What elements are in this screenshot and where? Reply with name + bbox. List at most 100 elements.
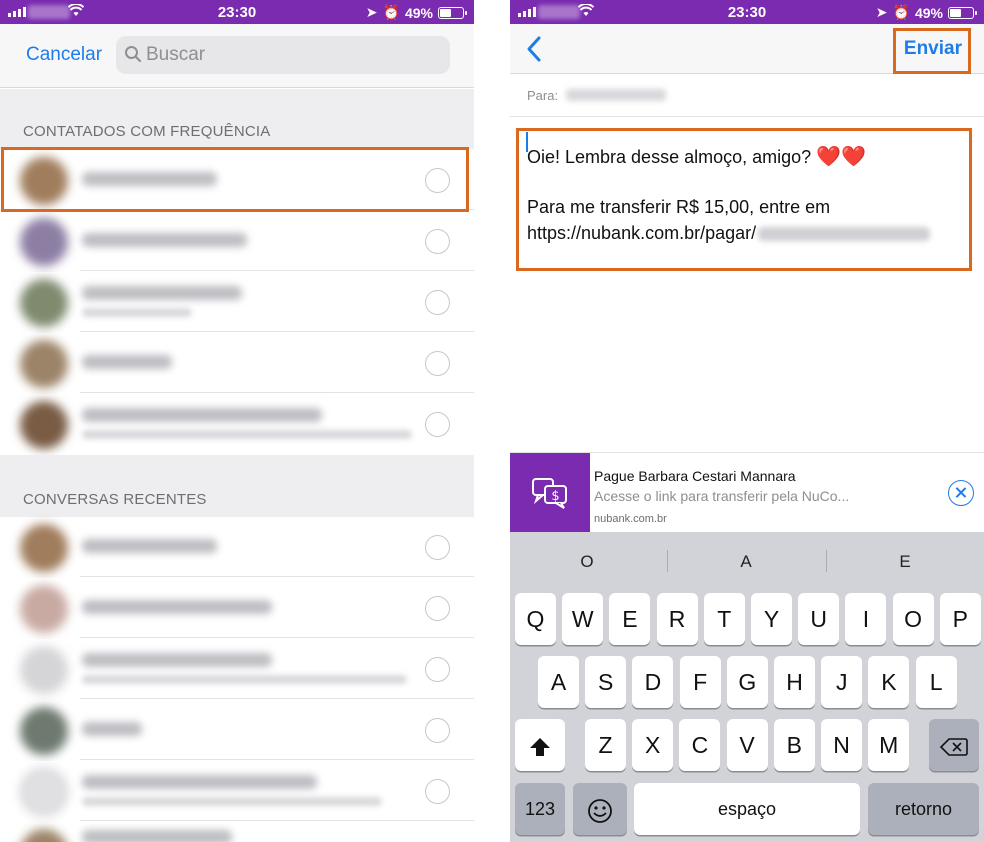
prediction-1[interactable]: O bbox=[512, 552, 662, 572]
prediction-divider bbox=[826, 550, 827, 572]
shift-icon[interactable] bbox=[515, 719, 565, 771]
back-chevron-icon[interactable] bbox=[524, 34, 544, 64]
contact-subtitle-blurred bbox=[82, 430, 412, 439]
key-v[interactable]: V bbox=[726, 719, 768, 771]
select-radio[interactable] bbox=[425, 290, 450, 315]
select-radio[interactable] bbox=[425, 657, 450, 682]
key-q[interactable]: Q bbox=[515, 593, 556, 645]
space-key[interactable]: espaço bbox=[634, 783, 860, 835]
key-f[interactable]: F bbox=[679, 656, 721, 708]
to-label: Para: bbox=[527, 88, 559, 103]
key-l[interactable]: L bbox=[915, 656, 957, 708]
key-d[interactable]: D bbox=[632, 656, 674, 708]
app-suggestion-card[interactable]: $ Pague Barbara Cestari Mannara Acesse o… bbox=[510, 452, 984, 533]
key-h[interactable]: H bbox=[774, 656, 815, 708]
message-compose-screen: 23:30 ➤ ⏰ 49% Enviar Para: Oie! Lembra d… bbox=[510, 0, 984, 842]
frequent-section-header: CONTATADOS COM FREQUÊNCIA bbox=[0, 89, 474, 149]
contact-row[interactable] bbox=[0, 822, 474, 842]
key-m[interactable]: M bbox=[868, 719, 910, 771]
avatar bbox=[20, 401, 68, 449]
key-y[interactable]: Y bbox=[751, 593, 792, 645]
key-g[interactable]: G bbox=[726, 656, 768, 708]
contact-name-blurred bbox=[82, 600, 272, 614]
contact-row[interactable] bbox=[0, 211, 474, 271]
row-divider bbox=[80, 698, 474, 699]
contact-name-blurred bbox=[82, 408, 322, 422]
numbers-key[interactable]: 123 bbox=[515, 783, 565, 835]
emoji-icon[interactable] bbox=[573, 783, 627, 835]
key-t[interactable]: T bbox=[703, 593, 745, 645]
cancel-button[interactable]: Cancelar bbox=[26, 44, 102, 66]
row-divider bbox=[80, 759, 474, 760]
contact-row[interactable] bbox=[0, 578, 474, 638]
recent-header-label: CONVERSAS RECENTES bbox=[23, 491, 207, 508]
avatar bbox=[20, 646, 68, 694]
search-header: Cancelar bbox=[0, 24, 474, 88]
avatar bbox=[20, 340, 68, 388]
search-icon bbox=[125, 46, 142, 63]
key-k[interactable]: K bbox=[868, 656, 910, 708]
row-divider bbox=[80, 576, 474, 577]
prediction-2[interactable]: A bbox=[671, 552, 821, 572]
contact-row[interactable] bbox=[0, 517, 474, 577]
predictive-bar: O A E bbox=[510, 532, 984, 590]
search-field[interactable] bbox=[116, 36, 450, 74]
contact-row[interactable] bbox=[0, 761, 474, 821]
contact-row[interactable] bbox=[0, 333, 474, 393]
select-radio[interactable] bbox=[425, 779, 450, 804]
search-input[interactable] bbox=[146, 42, 436, 68]
key-i[interactable]: I bbox=[845, 593, 887, 645]
contact-name-blurred bbox=[82, 355, 172, 369]
suggestion-description: Acesse o link para transferir pela NuCo.… bbox=[594, 488, 850, 504]
contact-name-blurred bbox=[82, 722, 142, 736]
row-divider bbox=[80, 820, 474, 821]
frequent-header-label: CONTATADOS COM FREQUÊNCIA bbox=[23, 123, 271, 140]
key-o[interactable]: O bbox=[892, 593, 934, 645]
key-c[interactable]: C bbox=[679, 719, 721, 771]
key-j[interactable]: J bbox=[821, 656, 863, 708]
select-radio[interactable] bbox=[425, 229, 450, 254]
select-radio[interactable] bbox=[425, 596, 450, 621]
contact-name-blurred bbox=[82, 233, 247, 247]
keyboard: O A E Q W E R T Y U I O P A S D F G H J K L Z X C V B N M 123 espaç… bbox=[510, 532, 984, 842]
select-radio[interactable] bbox=[425, 535, 450, 560]
row-divider bbox=[80, 270, 474, 271]
select-radio[interactable] bbox=[425, 412, 450, 437]
prediction-3[interactable]: E bbox=[830, 552, 980, 572]
avatar bbox=[20, 829, 68, 842]
battery-percent: 49% bbox=[404, 4, 433, 21]
row-divider bbox=[80, 637, 474, 638]
key-b[interactable]: B bbox=[773, 719, 815, 771]
location-icon: ➤ bbox=[365, 4, 378, 20]
svg-text:$: $ bbox=[551, 489, 559, 504]
key-s[interactable]: S bbox=[585, 656, 627, 708]
key-x[interactable]: X bbox=[632, 719, 674, 771]
close-icon[interactable] bbox=[948, 480, 974, 506]
key-e[interactable]: E bbox=[609, 593, 651, 645]
select-radio[interactable] bbox=[425, 351, 450, 376]
prediction-divider bbox=[667, 550, 668, 572]
key-u[interactable]: U bbox=[798, 593, 840, 645]
key-p[interactable]: P bbox=[939, 593, 981, 645]
select-radio[interactable] bbox=[425, 718, 450, 743]
delete-icon[interactable] bbox=[929, 719, 979, 771]
contact-row[interactable] bbox=[0, 394, 474, 454]
key-a[interactable]: A bbox=[538, 656, 579, 708]
battery-icon bbox=[948, 6, 977, 19]
key-w[interactable]: W bbox=[562, 593, 604, 645]
key-z[interactable]: Z bbox=[585, 719, 626, 771]
avatar bbox=[20, 218, 68, 266]
recent-section-header: CONVERSAS RECENTES bbox=[0, 455, 474, 517]
contact-name-blurred bbox=[82, 775, 317, 789]
contact-row[interactable] bbox=[0, 700, 474, 760]
contact-row[interactable] bbox=[0, 272, 474, 332]
battery-percent: 49% bbox=[914, 4, 943, 21]
contact-row[interactable] bbox=[0, 639, 474, 699]
key-r[interactable]: R bbox=[656, 593, 698, 645]
avatar bbox=[20, 585, 68, 633]
recipient-row[interactable]: Para: bbox=[510, 75, 984, 117]
return-key[interactable]: retorno bbox=[868, 783, 979, 835]
nubank-app-icon: $ bbox=[510, 453, 590, 533]
location-icon: ➤ bbox=[875, 4, 888, 20]
key-n[interactable]: N bbox=[821, 719, 862, 771]
